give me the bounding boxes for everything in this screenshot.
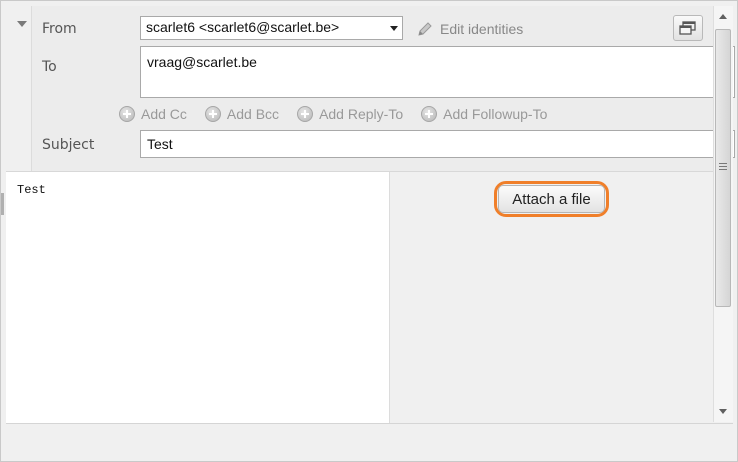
resize-grip[interactable] — [1, 193, 4, 215]
dropdown-arrow-icon — [390, 26, 398, 31]
plus-circle-icon — [421, 106, 438, 122]
plus-circle-icon — [204, 106, 221, 122]
add-reply-to-link[interactable]: Add Reply-To — [297, 106, 403, 122]
popout-window-button[interactable] — [673, 15, 703, 41]
scroll-up-arrow-icon[interactable] — [719, 14, 727, 19]
compose-body: Test Attach a file — [6, 171, 713, 424]
collapse-headers-toggle[interactable] — [12, 14, 32, 34]
add-cc-link[interactable]: Add Cc — [119, 106, 187, 122]
grip-icon — [719, 163, 727, 171]
plus-circle-icon — [119, 106, 135, 122]
add-reply-to-label: Add Reply-To — [319, 106, 404, 122]
subject-label: Subject — [42, 137, 95, 153]
message-body-text: Test — [17, 183, 46, 197]
attach-file-button[interactable]: Attach a file — [498, 185, 605, 213]
scrollbar-thumb[interactable] — [715, 29, 731, 307]
to-recipient: vraag@scarlet.be — [147, 54, 257, 70]
add-bcc-link[interactable]: Add Bcc — [204, 106, 280, 122]
vertical-scrollbar[interactable] — [713, 6, 733, 422]
from-select[interactable]: scarlet6 <scarlet6@scarlet.be> — [140, 16, 403, 40]
add-followup-to-link[interactable]: Add Followup-To — [421, 106, 547, 122]
edit-identities-link[interactable]: Edit identities — [416, 19, 523, 39]
add-recipient-links: Add Cc Add Bcc Add Reply-To Add Followup… — [117, 104, 563, 124]
add-followup-to-label: Add Followup-To — [443, 106, 548, 122]
compose-headers: From scarlet6 <scarlet6@scarlet.be> Edit… — [6, 6, 735, 171]
to-field[interactable]: vraag@scarlet.be — [140, 46, 735, 98]
compose-window: From scarlet6 <scarlet6@scarlet.be> Edit… — [0, 0, 738, 462]
plus-circle-icon — [297, 106, 314, 122]
add-cc-label: Add Cc — [141, 106, 187, 122]
scroll-down-arrow-icon[interactable] — [719, 409, 727, 414]
from-label: From — [42, 21, 77, 37]
header-fields: From scarlet6 <scarlet6@scarlet.be> Edit… — [31, 6, 735, 171]
compose-footer — [6, 423, 733, 459]
subject-field[interactable]: Test — [140, 130, 735, 158]
chevron-down-icon — [17, 21, 27, 27]
attachments-pane: Attach a file — [390, 172, 713, 424]
pencil-icon — [418, 22, 432, 36]
from-select-value: scarlet6 <scarlet6@scarlet.be> — [146, 19, 340, 35]
popout-window-icon — [679, 21, 696, 35]
add-bcc-label: Add Bcc — [226, 106, 280, 122]
edit-identities-label: Edit identities — [440, 21, 524, 37]
subject-value: Test — [147, 136, 173, 152]
to-label: To — [42, 59, 57, 75]
message-editor[interactable]: Test — [6, 172, 390, 424]
